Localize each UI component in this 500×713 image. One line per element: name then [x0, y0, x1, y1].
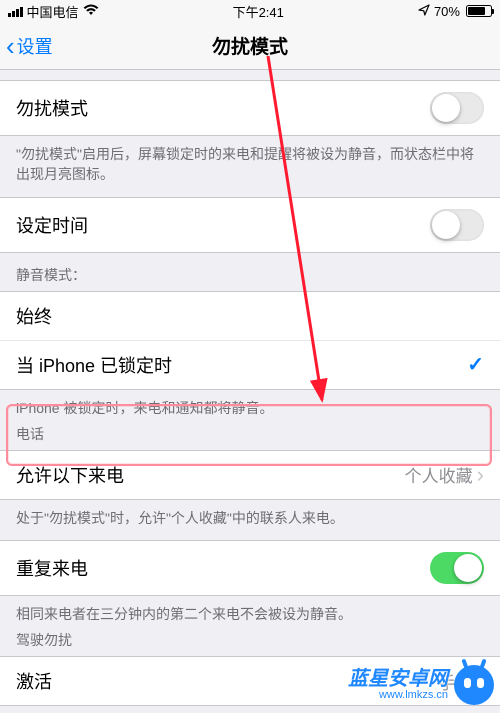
- back-label: 设置: [17, 33, 53, 59]
- repeat-calls-row[interactable]: 重复来电: [0, 541, 500, 595]
- battery-percent: 70%: [434, 4, 460, 19]
- locked-footer: iPhone 被锁定时，来电和通知都将静音。: [0, 390, 500, 422]
- battery-icon: [466, 5, 492, 17]
- allow-calls-label: 允许以下来电: [16, 462, 124, 488]
- checkmark-icon: ✓: [467, 352, 484, 377]
- status-left: 中国电信: [8, 2, 99, 21]
- carrier-label: 中国电信: [27, 2, 79, 21]
- repeat-calls-label: 重复来电: [16, 555, 88, 581]
- allow-calls-value: 个人收藏: [405, 462, 473, 487]
- silence-always-row[interactable]: 始终: [0, 292, 500, 340]
- android-robot-icon: [454, 665, 494, 705]
- allow-footer: 处于"勿扰模式"时，允许"个人收藏"中的联系人来电。: [0, 500, 500, 540]
- watermark-url: www.lmkzs.cn: [348, 690, 448, 702]
- status-time: 下午2:41: [233, 2, 284, 21]
- dnd-label: 勿扰模式: [16, 95, 88, 121]
- watermark-text: 蓝星安卓网: [348, 669, 448, 690]
- dnd-row[interactable]: 勿扰模式: [0, 81, 500, 135]
- back-button[interactable]: ‹ 设置: [0, 33, 61, 59]
- schedule-toggle[interactable]: [430, 209, 484, 241]
- dnd-toggle[interactable]: [430, 92, 484, 124]
- page-title: 勿扰模式: [0, 32, 500, 59]
- activate-label: 激活: [16, 668, 52, 694]
- activate-footer: 限制在驾驶过程中收到通知。iPhone 已与 时，将允许接收来电。 了解更多…: [0, 706, 500, 713]
- silence-locked-row[interactable]: 当 iPhone 已锁定时 ✓: [0, 340, 500, 389]
- chevron-right-icon: ›: [477, 464, 484, 486]
- schedule-row[interactable]: 设定时间: [0, 198, 500, 252]
- dnd-footer: "勿扰模式"启用后，屏幕锁定时的来电和提醒将被设为静音，而状态栏中将出现月亮图标…: [0, 136, 500, 197]
- chevron-left-icon: ‹: [6, 33, 15, 59]
- location-icon: [418, 4, 430, 19]
- silence-header: 静音模式：: [0, 253, 500, 291]
- drive-header: 驾驶勿扰: [0, 628, 500, 656]
- allow-calls-row[interactable]: 允许以下来电 个人收藏 ›: [0, 451, 500, 499]
- repeat-footer: 相同来电者在三分钟内的第二个来电不会被设为静音。: [0, 596, 500, 628]
- repeat-calls-toggle[interactable]: [430, 552, 484, 584]
- phone-header: 电话: [0, 422, 500, 450]
- status-bar: 中国电信 下午2:41 70%: [0, 0, 500, 22]
- schedule-label: 设定时间: [16, 212, 88, 238]
- status-right: 70%: [418, 4, 492, 19]
- silence-locked-label: 当 iPhone 已锁定时: [16, 352, 172, 378]
- silence-always-label: 始终: [16, 303, 52, 329]
- signal-icon: [8, 6, 23, 17]
- watermark: 蓝星安卓网 www.lmkzs.cn: [348, 665, 494, 705]
- wifi-icon: [83, 4, 99, 19]
- nav-bar: ‹ 设置 勿扰模式: [0, 22, 500, 70]
